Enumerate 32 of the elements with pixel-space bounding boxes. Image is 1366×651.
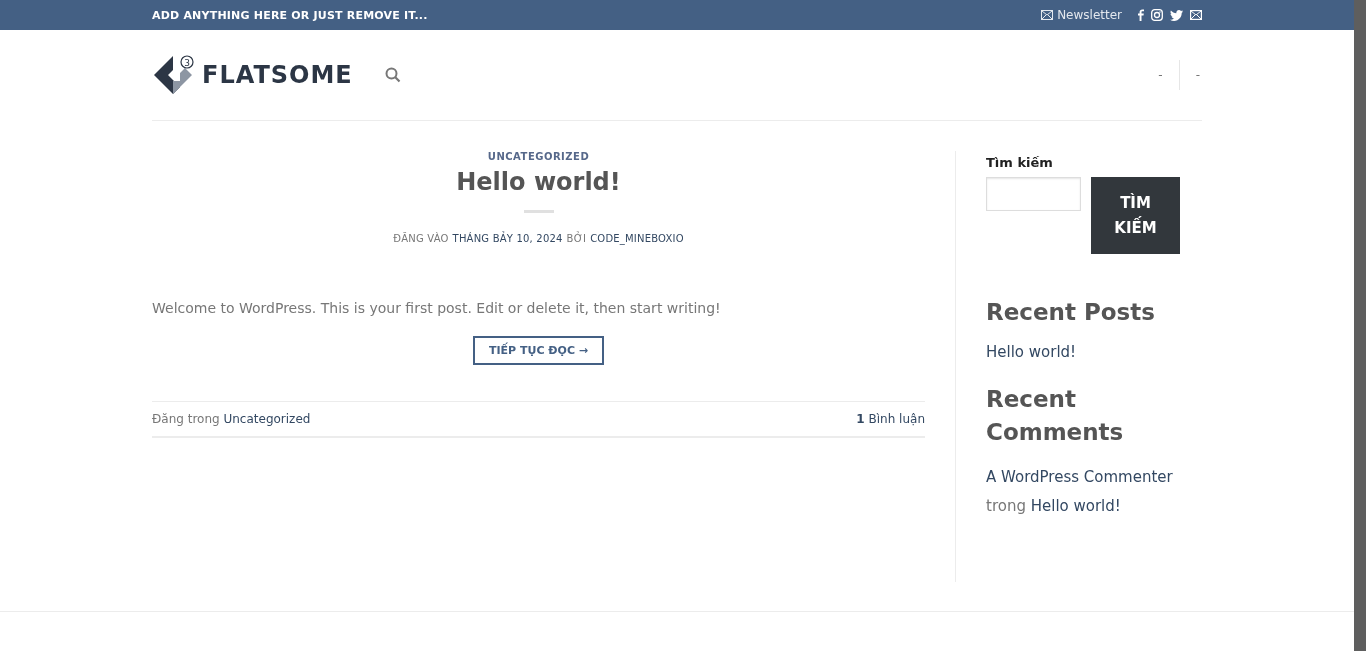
scrollbar[interactable] (1354, 0, 1366, 651)
newsletter-link[interactable]: Newsletter (1041, 8, 1122, 22)
read-more-button[interactable]: TIẾP TỤC ĐỌC → (473, 336, 604, 365)
bird-icon[interactable] (1170, 9, 1183, 21)
search-field[interactable] (986, 177, 1081, 211)
meta-label: BỞI (566, 233, 587, 244)
posted-in-label: Đăng trong (152, 412, 220, 426)
widget-title: Recent Posts (986, 298, 1156, 327)
comments-link[interactable]: 1 Bình luận (856, 412, 925, 426)
nav-link[interactable]: - (1193, 68, 1202, 82)
commenter-link[interactable]: A WordPress Commenter (986, 468, 1173, 486)
post-excerpt: Welcome to WordPress. This is your first post. Edit or delete it, then start writing! (152, 300, 722, 316)
top-bar-text: ADD ANYTHING HERE OR JUST REMOVE IT... (152, 8, 428, 22)
author-link[interactable]: CODE_MINEBOXIO (590, 233, 684, 244)
facebook-icon[interactable] (1137, 9, 1144, 21)
search-icon[interactable] (384, 67, 401, 83)
date-link[interactable]: THÁNG BẢY 10, 2024 (452, 233, 563, 244)
widget-title: Recent Comments (986, 385, 1125, 447)
meta-label: ĐĂNG VÀO (393, 233, 449, 244)
logo-text[interactable]: FLATSOME (202, 61, 353, 89)
envelope-icon[interactable] (1190, 10, 1202, 20)
nav-link[interactable]: - (1156, 68, 1165, 82)
comment-post-link[interactable]: Hello world! (1030, 497, 1121, 515)
comment-connector: trong (986, 497, 1026, 515)
category-link[interactable]: Uncategorized (223, 412, 311, 426)
search-button[interactable]: TÌM KIẾM (1091, 177, 1180, 254)
envelope-icon (1041, 10, 1054, 20)
category-link[interactable]: UNCATEGORIZED (152, 151, 925, 162)
search-widget-title: Tìm kiếm (986, 155, 1054, 170)
instagram-icon[interactable] (1151, 9, 1163, 21)
recent-post-link[interactable]: Hello world! (986, 343, 1202, 361)
post-title[interactable]: Hello world! (152, 168, 925, 196)
